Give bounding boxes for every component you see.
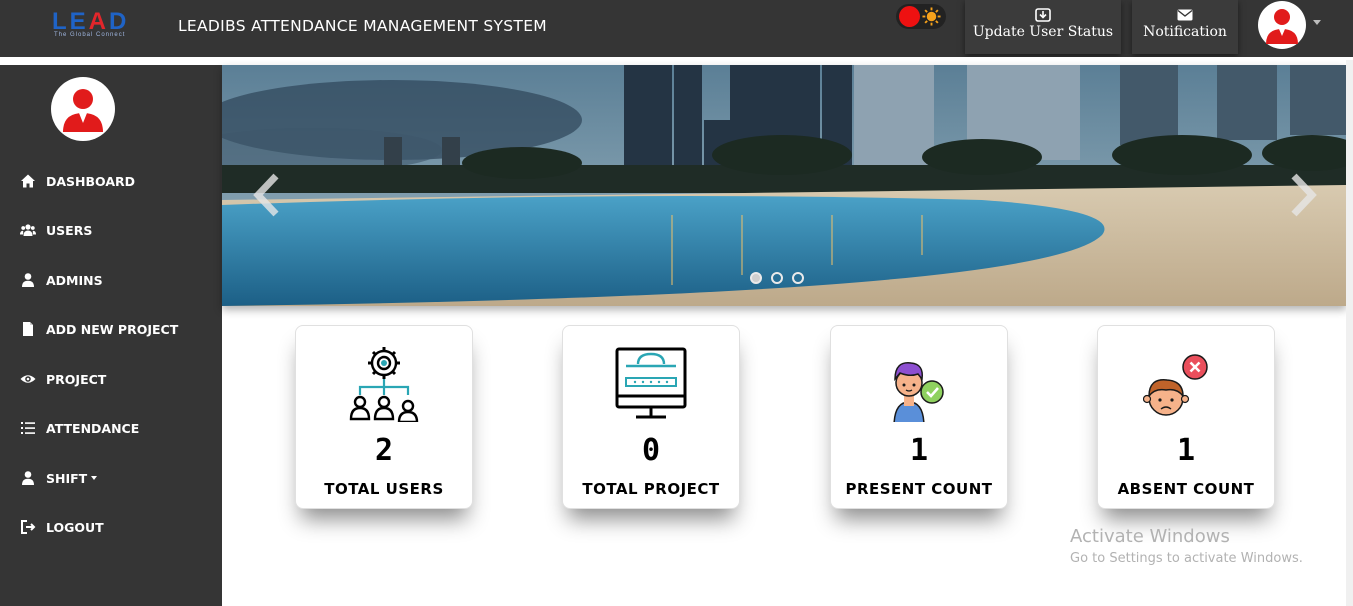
present-person-icon bbox=[893, 362, 944, 422]
toggle-knob bbox=[899, 6, 920, 27]
image-carousel[interactable] bbox=[222, 65, 1346, 306]
caret-down-icon bbox=[91, 476, 98, 480]
monitor-icon bbox=[615, 347, 687, 419]
header-divider bbox=[0, 57, 1353, 65]
stat-card-present-count[interactable]: 1 PRESENT COUNT bbox=[830, 325, 1008, 509]
stat-label: TOTAL PROJECT bbox=[582, 480, 720, 498]
stat-label: ABSENT COUNT bbox=[1117, 480, 1255, 498]
team-hierarchy-icon bbox=[349, 347, 419, 422]
chevron-down-icon[interactable] bbox=[1313, 20, 1321, 25]
sidebar-item-label: ATTENDANCE bbox=[46, 420, 140, 436]
logo-tagline: The Global Connect bbox=[54, 32, 126, 38]
carousel-indicators bbox=[750, 269, 813, 288]
sidebar: DASHBOARD USERS ADMINS ADD NEW PROJECT P… bbox=[0, 65, 222, 606]
sidebar-item-attendance[interactable]: ATTENDANCE bbox=[20, 418, 139, 438]
carousel-dot[interactable] bbox=[750, 272, 762, 284]
sidebar-item-label: SHIFT bbox=[46, 470, 88, 486]
logout-icon bbox=[21, 520, 36, 534]
app-title: LEADIBS ATTENDANCE MANAGEMENT SYSTEM bbox=[178, 17, 547, 35]
sidebar-item-label: DASHBOARD bbox=[46, 173, 136, 189]
stat-card-total-users[interactable]: 2 TOTAL USERS bbox=[295, 325, 473, 509]
user-icon bbox=[22, 273, 34, 287]
lead-logo[interactable]: LEAD The Global Connect bbox=[52, 10, 140, 42]
activate-windows-subtitle: Go to Settings to activate Windows. bbox=[1070, 551, 1303, 566]
sidebar-item-label: ADD NEW PROJECT bbox=[46, 321, 179, 337]
user-icon bbox=[22, 471, 34, 485]
top-navbar: LEAD The Global Connect LEADIBS ATTENDAN… bbox=[0, 0, 1353, 57]
absent-person-icon bbox=[1143, 354, 1208, 416]
sidebar-item-dashboard[interactable]: DASHBOARD bbox=[20, 171, 135, 191]
activate-windows-title: Activate Windows bbox=[1070, 526, 1230, 547]
sidebar-item-label: LOGOUT bbox=[46, 519, 104, 535]
carousel-next-icon[interactable] bbox=[1282, 170, 1322, 220]
stat-value: 1 bbox=[909, 433, 929, 468]
envelope-icon bbox=[1177, 9, 1193, 21]
theme-toggle[interactable] bbox=[896, 4, 946, 29]
stat-label: TOTAL USERS bbox=[324, 480, 444, 498]
sidebar-item-admins[interactable]: ADMINS bbox=[20, 270, 103, 290]
stat-value: 2 bbox=[374, 433, 394, 468]
user-avatar-icon[interactable] bbox=[1254, 0, 1310, 50]
list-icon bbox=[21, 422, 35, 434]
sidebar-avatar-icon bbox=[51, 77, 115, 141]
notification-button[interactable]: Notification bbox=[1132, 0, 1238, 54]
users-icon bbox=[20, 224, 36, 236]
stat-card-absent-count[interactable]: 1 ABSENT COUNT bbox=[1097, 325, 1275, 509]
sidebar-item-shift[interactable]: SHIFT bbox=[20, 468, 98, 488]
stat-card-total-project[interactable]: 0 TOTAL PROJECT bbox=[562, 325, 740, 509]
stat-value: 0 bbox=[641, 433, 661, 468]
carousel-dot[interactable] bbox=[771, 272, 783, 284]
stat-label: PRESENT COUNT bbox=[845, 480, 993, 498]
notification-label: Notification bbox=[1143, 24, 1227, 40]
sidebar-item-project[interactable]: PROJECT bbox=[20, 369, 106, 389]
download-box-icon bbox=[1035, 8, 1051, 22]
sidebar-item-add-new-project[interactable]: ADD NEW PROJECT bbox=[20, 319, 178, 339]
file-icon bbox=[23, 322, 33, 336]
update-user-status-label: Update User Status bbox=[972, 24, 1114, 40]
sun-icon bbox=[922, 7, 941, 26]
carousel-prev-icon[interactable] bbox=[248, 170, 288, 220]
sidebar-item-label: ADMINS bbox=[46, 272, 103, 288]
sidebar-item-label: PROJECT bbox=[46, 371, 107, 387]
sidebar-item-users[interactable]: USERS bbox=[20, 220, 92, 240]
carousel-dot[interactable] bbox=[792, 272, 804, 284]
eye-icon bbox=[20, 375, 36, 383]
logo-text: LEAD bbox=[52, 8, 130, 35]
stat-value: 1 bbox=[1176, 433, 1196, 468]
home-icon bbox=[21, 174, 35, 188]
sidebar-item-label: USERS bbox=[46, 222, 93, 238]
sidebar-item-logout[interactable]: LOGOUT bbox=[20, 517, 104, 537]
page-scrollbar[interactable] bbox=[1346, 60, 1353, 606]
update-user-status-button[interactable]: Update User Status bbox=[965, 0, 1121, 54]
